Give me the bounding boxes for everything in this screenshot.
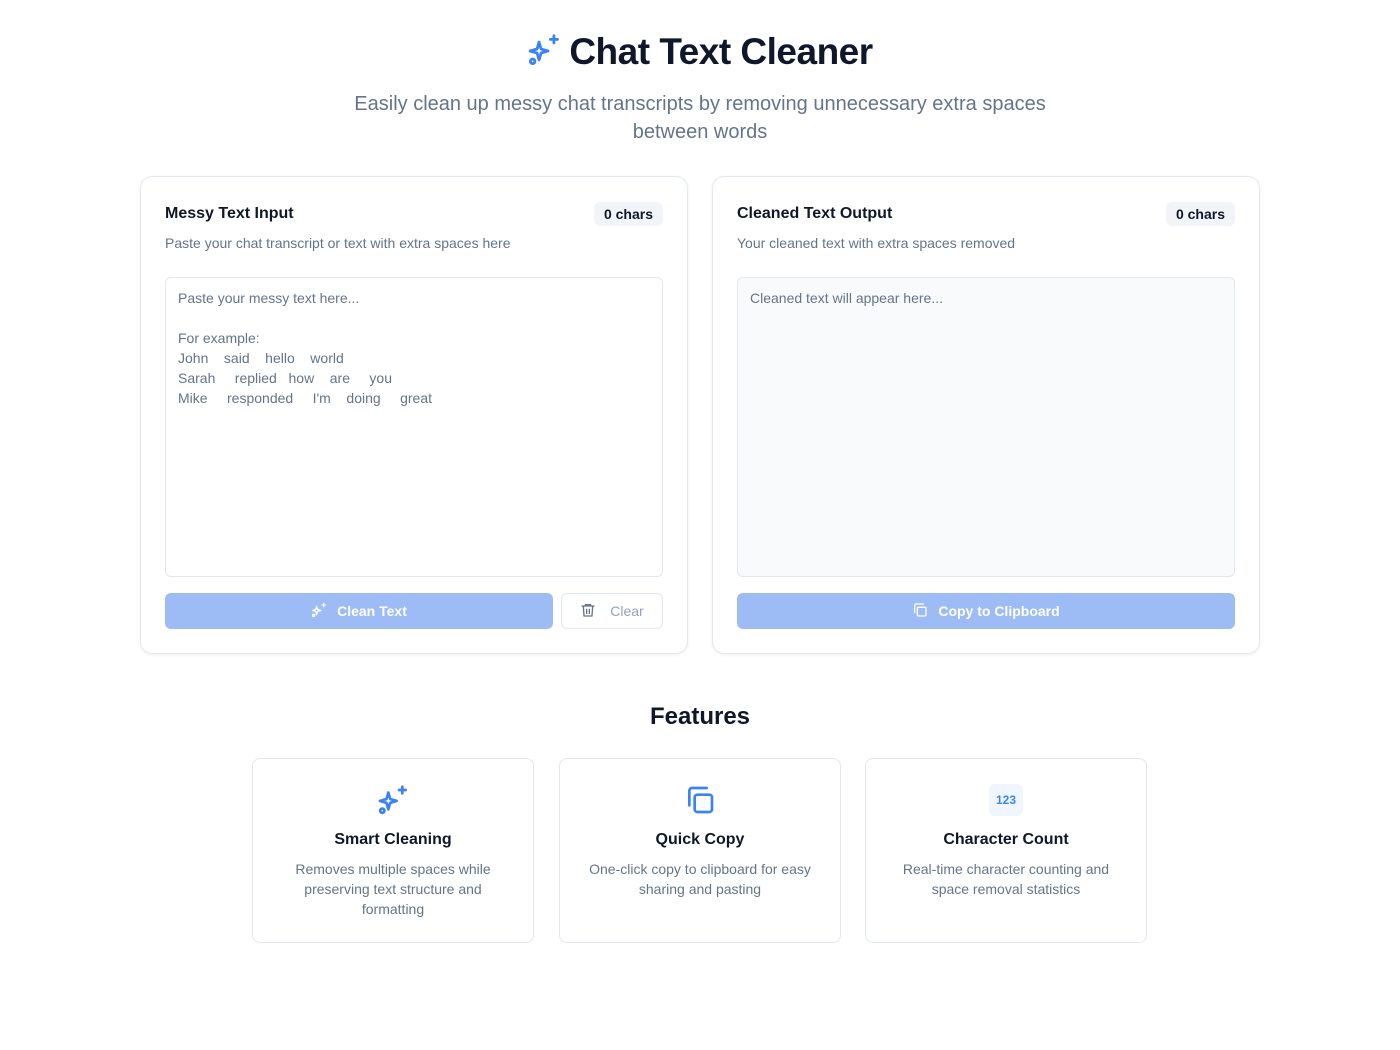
sparkles-icon [527, 33, 561, 72]
copy-to-clipboard-button[interactable]: Copy to Clipboard [737, 593, 1235, 629]
output-panel-title: Cleaned Text Output [737, 205, 893, 222]
number-badge-icon: 123 [989, 783, 1023, 817]
copy-icon [683, 783, 717, 817]
output-panel-description: Your cleaned text with extra spaces remo… [737, 235, 1016, 251]
feature-description: Real-time character counting and space r… [902, 861, 1110, 897]
clear-label: Clear [610, 603, 644, 619]
input-panel-header: Messy Text Input 0 chars [165, 201, 663, 227]
cleaned-text-output[interactable]: Cleaned text will appear here... [737, 277, 1235, 577]
page-subtitle: Easily clean up messy chat transcripts b… [354, 93, 1046, 143]
feature-card-smart-cleaning: Smart Cleaning Removes multiple spaces w… [252, 758, 534, 943]
input-panel-description: Paste your chat transcript or text with … [165, 235, 511, 251]
copy-icon [912, 602, 928, 621]
copy-label: Copy to Clipboard [938, 603, 1060, 619]
sparkles-icon [376, 783, 410, 817]
input-panel: Messy Text Input 0 chars Paste your chat… [140, 176, 688, 654]
clean-text-label: Clean Text [337, 603, 407, 619]
output-char-count-badge: 0 chars [1165, 202, 1235, 226]
feature-card-quick-copy: Quick Copy One-click copy to clipboard f… [559, 758, 841, 943]
title-row: Chat Text Cleaner [0, 30, 1400, 74]
feature-name: Character Count [943, 831, 1069, 848]
input-actions: Clean Text Clear [165, 593, 663, 629]
feature-card-character-count: 123 Character Count Real-time character … [865, 758, 1147, 943]
feature-name: Smart Cleaning [334, 831, 452, 848]
output-panel: Cleaned Text Output 0 chars Your cleaned… [712, 176, 1260, 654]
input-char-count-badge: 0 chars [593, 202, 663, 226]
clean-text-button[interactable]: Clean Text [165, 593, 553, 629]
number-badge-label: 123 [989, 784, 1023, 816]
page-title: Chat Text Cleaner [569, 31, 873, 72]
input-panel-title: Messy Text Input [165, 205, 294, 222]
trash-icon [580, 602, 596, 621]
clear-button[interactable]: Clear [561, 593, 663, 629]
feature-description: One-click copy to clipboard for easy sha… [589, 861, 811, 897]
page-header: Chat Text Cleaner Easily clean up messy … [0, 30, 1400, 146]
messy-text-input[interactable]: Paste your messy text here... For exampl… [165, 277, 663, 577]
features-heading: Features [649, 703, 751, 730]
sparkles-icon [311, 602, 327, 621]
output-actions: Copy to Clipboard [737, 593, 1235, 629]
output-panel-header: Cleaned Text Output 0 chars [737, 201, 1235, 227]
feature-name: Quick Copy [655, 831, 745, 848]
feature-description: Removes multiple spaces while preserving… [295, 861, 491, 917]
